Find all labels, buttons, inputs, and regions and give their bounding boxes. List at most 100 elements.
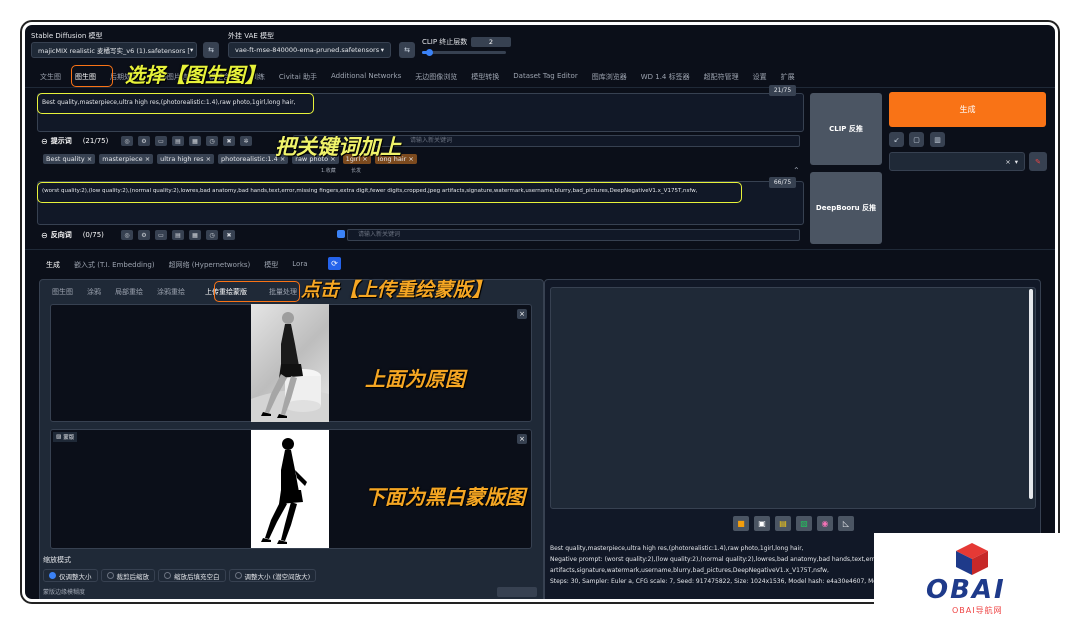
- clip-skip-slider-handle[interactable]: [425, 49, 433, 56]
- gear-icon[interactable]: ⚙: [138, 230, 150, 240]
- zip-icon[interactable]: ▤: [775, 516, 791, 531]
- tab-wd14-tagger[interactable]: WD 1.4 标签器: [634, 72, 697, 82]
- copy-icon[interactable]: ▭: [155, 230, 167, 240]
- tag-chip[interactable]: ultra high res ×: [157, 154, 215, 164]
- chevron-down-icon: ▾: [380, 46, 384, 54]
- translate-icon[interactable]: ◎: [121, 136, 133, 146]
- mask-blur-label: 蒙版边缘模糊度: [43, 589, 86, 596]
- folder-icon[interactable]: ■: [733, 516, 749, 531]
- close-icon[interactable]: ×: [517, 309, 527, 319]
- send-to-inpaint-icon[interactable]: ◉: [817, 516, 833, 531]
- prompt-tool-icons: ◎ ⚙ ▭ ▤ ▦ ◷ ✖ ✲: [121, 136, 252, 146]
- trash-icon[interactable]: ✖: [223, 230, 235, 240]
- tab-txt2img[interactable]: 文生图: [33, 72, 68, 82]
- generate-button[interactable]: 生成: [889, 92, 1046, 127]
- send-to-img2img-icon[interactable]: ▧: [796, 516, 812, 531]
- collapse-icon[interactable]: ⊖: [41, 137, 48, 146]
- tab-dataset-tag-editor[interactable]: Dataset Tag Editor: [506, 72, 584, 82]
- tag-label: ultra high res: [160, 155, 204, 163]
- tab-model-convert[interactable]: 模型转换: [464, 72, 506, 82]
- tab-additional-networks[interactable]: Additional Networks: [324, 72, 408, 82]
- tag-chip[interactable]: Best quality ×: [43, 154, 96, 164]
- tab-civitai[interactable]: Civitai 助手: [272, 72, 324, 82]
- refresh-models-button[interactable]: ⇆: [203, 42, 219, 58]
- output-gallery[interactable]: [550, 287, 1036, 509]
- deepbooru-button[interactable]: DeepBooru 反推: [810, 172, 882, 244]
- send-to-extras-icon[interactable]: ◺: [838, 516, 854, 531]
- cube-logo-icon: [956, 543, 988, 575]
- clear-button[interactable]: ▥: [930, 132, 945, 147]
- tab-settings[interactable]: 设置: [746, 72, 774, 82]
- grid-icon[interactable]: ▦: [189, 136, 201, 146]
- copy-icon[interactable]: ▭: [155, 136, 167, 146]
- vae-select[interactable]: vae-ft-mse-840000-ema-pruned.safetensors…: [228, 42, 391, 58]
- tab-inpaint-sketch[interactable]: 涂鸦重绘: [150, 287, 192, 297]
- radio-crop-resize[interactable]: 裁剪后缩放: [100, 569, 155, 582]
- tag-subtitle-2: 长发: [351, 168, 362, 174]
- radio-latent-upscale[interactable]: 调整大小 (潜空间放大): [228, 569, 317, 582]
- tab-extensions[interactable]: 扩展: [774, 72, 802, 82]
- tab-inpaint[interactable]: 局部重绘: [108, 287, 150, 297]
- info-line-negative: Negative prompt: (worst quality:2),(low …: [550, 556, 880, 563]
- clipboard-button[interactable]: ▢: [909, 132, 924, 147]
- tab-sketch[interactable]: 涂鸦: [80, 287, 108, 297]
- clip-interrogate-button[interactable]: CLIP 反推: [810, 93, 882, 165]
- annotation-mask-image: 下面为黑白蒙版图: [365, 485, 525, 509]
- paste-icon[interactable]: ▤: [172, 230, 184, 240]
- tab-infinite-browser[interactable]: 无边图像浏览: [408, 72, 464, 82]
- collapse-icon[interactable]: ⊖: [41, 231, 48, 240]
- sd-model-value: majicMIX realistic 麦橘写实_v6 (1).safetenso…: [38, 47, 190, 55]
- checkbox-icon[interactable]: [337, 230, 345, 238]
- negative-token-counter: 66/75: [769, 177, 796, 188]
- radio-resize-fill[interactable]: 缩放后填充空白: [158, 569, 226, 582]
- tag-label: Best quality: [46, 155, 85, 163]
- styles-select[interactable]: × ▾: [889, 152, 1025, 171]
- image-icon: ▨: [56, 434, 62, 440]
- grid-icon[interactable]: ▦: [189, 230, 201, 240]
- translate-icon[interactable]: ◎: [121, 230, 133, 240]
- history-icon[interactable]: ◷: [206, 136, 218, 146]
- trash-icon[interactable]: ✖: [223, 136, 235, 146]
- tag-chip[interactable]: masterpiece ×: [99, 154, 154, 164]
- radio-dot: [164, 572, 171, 579]
- trash-icon: ▥: [934, 135, 941, 144]
- woman-silhouette-photo: [251, 312, 329, 422]
- tab-gallery[interactable]: 图库浏览器: [585, 72, 634, 82]
- mask-blur-value[interactable]: [497, 587, 537, 597]
- paste-icon[interactable]: ▤: [172, 136, 184, 146]
- negative-keyword-input[interactable]: 请输入新关键词: [347, 229, 800, 241]
- tab-embedding[interactable]: 嵌入式 (T.I. Embedding): [67, 260, 162, 270]
- arrow-icon: ↙: [893, 135, 900, 144]
- radio-label: 缩放后填充空白: [174, 572, 220, 581]
- collapse-up-icon[interactable]: ⌃: [793, 166, 800, 175]
- refresh-vae-button[interactable]: ⇆: [399, 42, 415, 58]
- watermark-text: OBAI: [926, 575, 1006, 605]
- clip-skip-value[interactable]: 2: [471, 37, 511, 47]
- apply-style-button[interactable]: ↙: [889, 132, 904, 147]
- annotation-click-upload-mask: 点击【上传重绘蒙版】: [301, 279, 492, 301]
- output-action-icons: ■ ▣ ▤ ▧ ◉ ◺: [733, 516, 854, 531]
- source-image: [251, 304, 329, 422]
- tab-wildcards[interactable]: 超配符管理: [697, 72, 746, 82]
- tab-models[interactable]: 模型: [257, 260, 285, 270]
- radio-just-resize[interactable]: 仅调整大小: [43, 569, 98, 582]
- save-icon[interactable]: ▣: [754, 516, 770, 531]
- edit-styles-button[interactable]: ✎: [1029, 152, 1047, 171]
- chevron-down-icon: ▾: [189, 46, 194, 54]
- gallery-scrollbar[interactable]: [1029, 289, 1033, 499]
- sub-tabs: 生成 嵌入式 (T.I. Embedding) 超网络 (Hypernetwor…: [39, 260, 315, 270]
- tab-img2img-basic[interactable]: 图生图: [45, 287, 80, 297]
- tab-lora[interactable]: Lora: [285, 260, 314, 270]
- negative-toolbar: ⊖ 反向词 (0/75): [41, 230, 104, 240]
- chevron-down-icon: ▾: [1014, 157, 1018, 166]
- history-icon[interactable]: ◷: [206, 230, 218, 240]
- gear-icon[interactable]: ⚙: [138, 136, 150, 146]
- tab-generate[interactable]: 生成: [39, 260, 67, 270]
- sd-model-select[interactable]: majicMIX realistic 麦橘写实_v6 (1).safetenso…: [31, 42, 197, 58]
- settings-icon[interactable]: ✲: [240, 136, 252, 146]
- clip-skip-slider[interactable]: [422, 49, 506, 56]
- clear-icon[interactable]: ×: [1005, 158, 1010, 166]
- close-icon[interactable]: ×: [517, 434, 527, 444]
- refresh-networks-icon[interactable]: ⟳: [328, 257, 341, 270]
- tab-hypernetworks[interactable]: 超网络 (Hypernetworks): [162, 260, 258, 270]
